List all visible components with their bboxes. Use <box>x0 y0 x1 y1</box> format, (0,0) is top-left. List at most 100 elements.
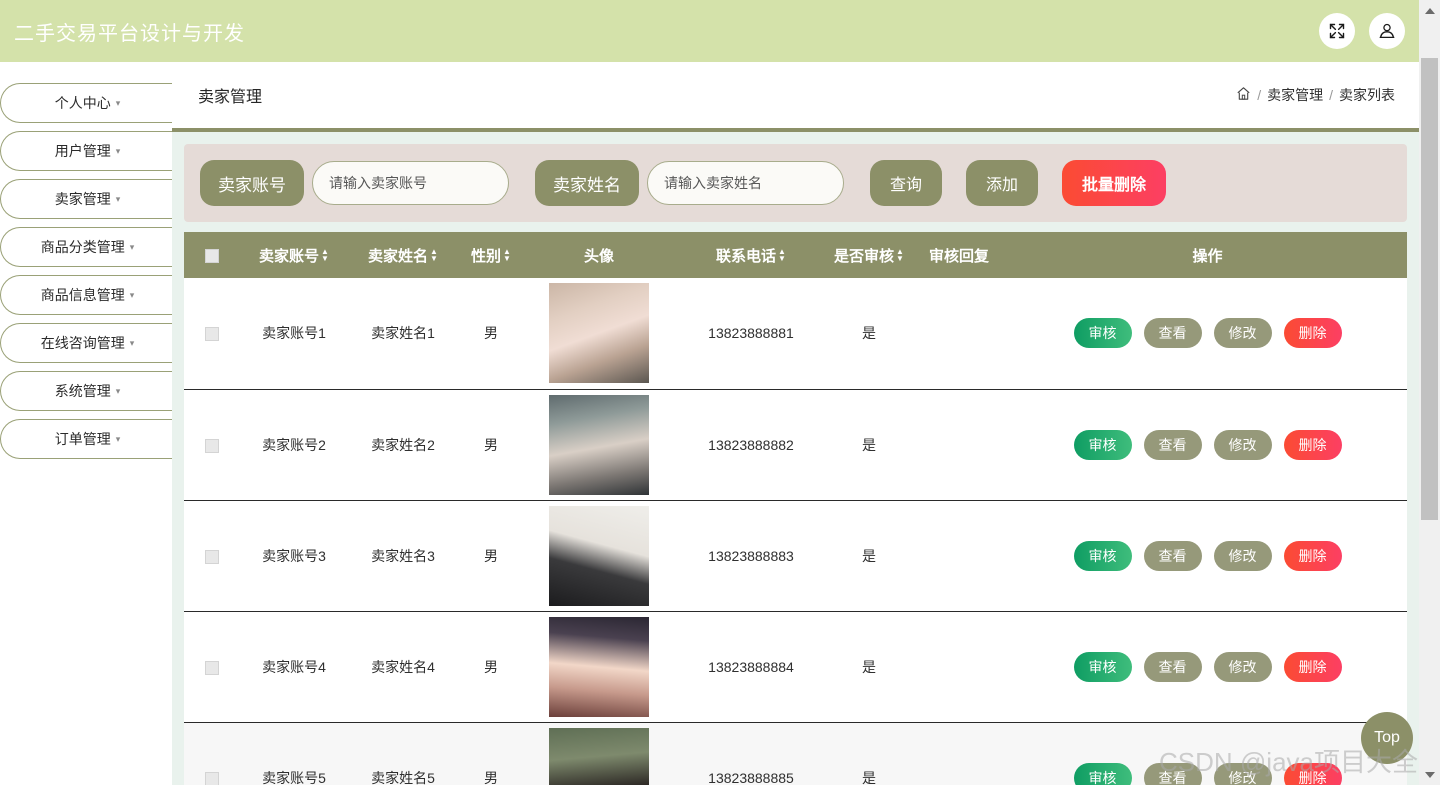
view-button[interactable]: 查看 <box>1143 429 1202 460</box>
column-gender[interactable]: 性别 ▲ ▼ <box>458 232 524 278</box>
column-audited[interactable]: 是否审核 ▲ ▼ <box>828 232 910 278</box>
scroll-up-arrow[interactable] <box>1419 0 1440 21</box>
row-select-cell <box>184 611 240 722</box>
sidebar-item-order-management[interactable]: 订单管理 ▾ <box>0 419 172 459</box>
cell-avatar <box>524 389 674 500</box>
fullscreen-button[interactable] <box>1319 13 1355 49</box>
column-phone[interactable]: 联系电话 ▲ ▼ <box>674 232 828 278</box>
table-row[interactable]: 卖家账号2 卖家姓名2 男 13823888882 是 审核 查看 修改 删除 <box>184 389 1407 500</box>
row-checkbox[interactable] <box>205 438 219 453</box>
view-button[interactable]: 查看 <box>1143 540 1202 571</box>
scrollbar-thumb[interactable] <box>1421 58 1438 520</box>
cell-gender: 男 <box>484 658 498 675</box>
row-checkbox[interactable] <box>205 549 219 564</box>
cell-seller-name: 卖家姓名2 <box>371 436 435 453</box>
edit-button[interactable]: 修改 <box>1213 318 1272 349</box>
row-select-cell <box>184 389 240 500</box>
avatar[interactable] <box>549 505 649 606</box>
cell-audit-reply <box>910 389 1008 500</box>
sort-icon[interactable]: ▲ ▼ <box>896 248 904 263</box>
cell-audited: 是 <box>862 436 876 453</box>
cell-audit-reply <box>910 611 1008 722</box>
cell-seller-account: 卖家账号3 <box>262 547 326 564</box>
edit-button[interactable]: 修改 <box>1213 540 1272 571</box>
header-actions <box>1319 0 1405 62</box>
home-icon[interactable] <box>1236 86 1251 104</box>
table-row[interactable]: 卖家账号1 卖家姓名1 男 13823888881 是 审核 查看 修改 删除 <box>184 278 1407 389</box>
row-actions: 审核 查看 修改 删除 <box>1008 318 1407 349</box>
audit-button[interactable]: 审核 <box>1073 429 1132 460</box>
column-label: 联系电话 <box>716 247 777 265</box>
user-menu-button[interactable] <box>1369 13 1405 49</box>
seller-account-label[interactable]: 卖家账号 <box>200 160 304 206</box>
view-button[interactable]: 查看 <box>1143 762 1202 785</box>
sort-icon[interactable]: ▲ ▼ <box>778 248 786 263</box>
sidebar-item-user-management[interactable]: 用户管理 ▾ <box>0 131 172 171</box>
seller-name-input[interactable] <box>647 161 844 205</box>
delete-button[interactable]: 删除 <box>1283 318 1342 349</box>
sort-icon[interactable]: ▲ ▼ <box>430 248 438 263</box>
sidebar-item-personal-center[interactable]: 个人中心 ▾ <box>0 83 172 123</box>
column-seller-account[interactable]: 卖家账号 ▲ ▼ <box>240 232 348 278</box>
app-header: 二手交易平台设计与开发 <box>0 0 1419 62</box>
column-audit-reply: 审核回复 <box>910 232 1008 278</box>
sort-icon[interactable]: ▲ ▼ <box>503 248 511 263</box>
sidebar-item-product-info-management[interactable]: 商品信息管理 ▾ <box>0 275 172 315</box>
delete-button[interactable]: 删除 <box>1283 540 1342 571</box>
audit-button[interactable]: 审核 <box>1073 540 1132 571</box>
select-all-checkbox[interactable] <box>205 248 219 263</box>
view-button[interactable]: 查看 <box>1143 651 1202 682</box>
audit-button[interactable]: 审核 <box>1073 651 1132 682</box>
query-button[interactable]: 查询 <box>870 160 943 206</box>
seller-name-label[interactable]: 卖家姓名 <box>535 160 639 206</box>
avatar[interactable] <box>549 616 649 717</box>
delete-button[interactable]: 删除 <box>1283 762 1342 785</box>
delete-button[interactable]: 删除 <box>1283 651 1342 682</box>
table-row[interactable]: 卖家账号5 卖家姓名5 男 13823888885 是 审核 查看 修改 删除 <box>184 722 1407 785</box>
cell-gender: 男 <box>484 547 498 564</box>
cell-audit-reply <box>910 722 1008 785</box>
row-checkbox[interactable] <box>205 327 219 342</box>
sidebar-item-system-management[interactable]: 系统管理 ▾ <box>0 371 172 411</box>
chevron-down-icon: ▾ <box>115 145 121 156</box>
audit-button[interactable]: 审核 <box>1073 762 1132 785</box>
sidebar-item-seller-management[interactable]: 卖家管理 ▾ <box>0 179 172 219</box>
column-label: 头像 <box>583 247 614 265</box>
vertical-scrollbar[interactable] <box>1419 0 1440 785</box>
delete-button[interactable]: 删除 <box>1283 429 1342 460</box>
cell-phone: 13823888882 <box>708 436 794 453</box>
edit-button[interactable]: 修改 <box>1213 651 1272 682</box>
table-row[interactable]: 卖家账号4 卖家姓名4 男 13823888884 是 审核 查看 修改 删除 <box>184 611 1407 722</box>
batch-delete-button[interactable]: 批量删除 <box>1062 160 1167 206</box>
back-to-top-button[interactable]: Top <box>1361 712 1413 764</box>
column-seller-name[interactable]: 卖家姓名 ▲ ▼ <box>348 232 458 278</box>
scroll-down-arrow[interactable] <box>1419 764 1440 785</box>
cell-operations: 审核 查看 修改 删除 <box>1008 278 1407 389</box>
view-button[interactable]: 查看 <box>1143 318 1202 349</box>
breadcrumb-item-seller-list[interactable]: 卖家列表 <box>1339 85 1395 105</box>
edit-button[interactable]: 修改 <box>1213 429 1272 460</box>
sidebar-item-label: 订单管理 <box>54 431 111 447</box>
table-row[interactable]: 卖家账号3 卖家姓名3 男 13823888883 是 审核 查看 修改 删除 <box>184 500 1407 611</box>
column-select-all <box>184 232 240 278</box>
sidebar-item-online-consult-management[interactable]: 在线咨询管理 ▾ <box>0 323 172 363</box>
audit-button[interactable]: 审核 <box>1073 318 1132 349</box>
cell-seller-account: 卖家账号1 <box>262 325 326 342</box>
row-checkbox[interactable] <box>205 771 219 785</box>
avatar[interactable] <box>549 727 649 785</box>
sort-icon[interactable]: ▲ ▼ <box>321 248 329 263</box>
seller-account-input[interactable] <box>312 161 509 205</box>
cell-seller-name: 卖家姓名1 <box>371 325 435 342</box>
column-label: 是否审核 <box>834 247 895 265</box>
row-actions: 审核 查看 修改 删除 <box>1008 540 1407 571</box>
avatar[interactable] <box>549 394 649 495</box>
sidebar-item-product-category-management[interactable]: 商品分类管理 ▾ <box>0 227 172 267</box>
row-checkbox[interactable] <box>205 660 219 675</box>
column-operations: 操作 <box>1008 232 1407 278</box>
add-button[interactable]: 添加 <box>966 160 1039 206</box>
edit-button[interactable]: 修改 <box>1213 762 1272 785</box>
sidebar-item-label: 个人中心 <box>54 95 111 111</box>
cell-operations: 审核 查看 修改 删除 <box>1008 389 1407 500</box>
avatar[interactable] <box>549 283 649 384</box>
breadcrumb-item-seller-management[interactable]: 卖家管理 <box>1267 85 1323 105</box>
